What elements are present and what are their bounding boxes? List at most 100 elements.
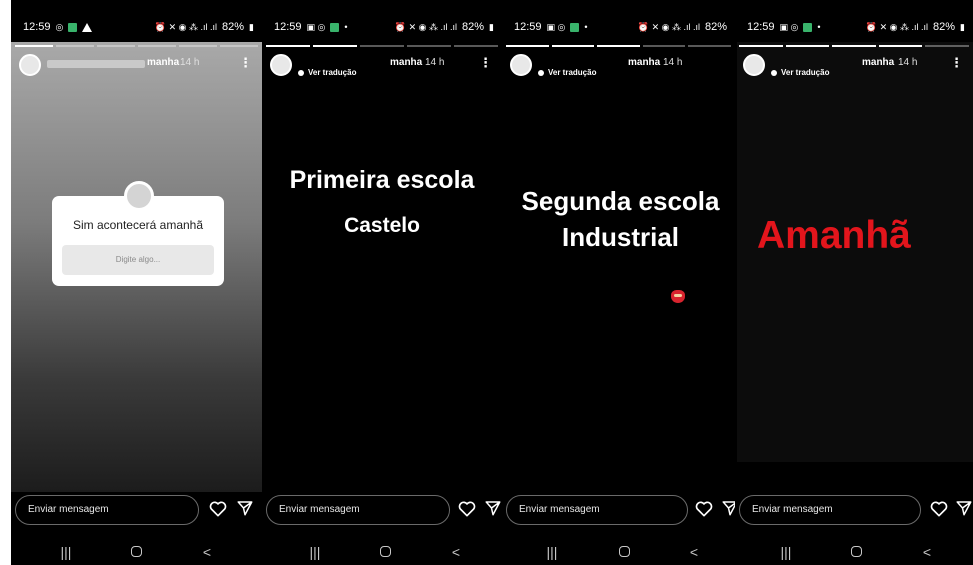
progress-segment: [688, 45, 731, 47]
story-header: manha 14 h Ver tradução ⋮: [268, 52, 496, 78]
battery-icon: ▮: [960, 21, 965, 32]
progress-segment: [878, 45, 923, 47]
android-navbar: ||| <: [11, 540, 262, 565]
more-vertical-icon[interactable]: ⋮: [239, 55, 252, 71]
back-button[interactable]: <: [197, 544, 217, 560]
story-header: manha 14 h Ver tradução ⋮: [741, 52, 967, 78]
translate-label: Ver tradução: [781, 68, 830, 77]
gallery-status-icon: ▣ ◎: [306, 21, 326, 32]
send-icon[interactable]: [236, 499, 254, 517]
translate-link[interactable]: Ver tradução: [538, 68, 596, 77]
avatar[interactable]: [19, 54, 41, 76]
gallery-status-icon: ▣ ◎: [779, 21, 799, 32]
story-username[interactable]: manha: [862, 57, 894, 68]
heart-icon[interactable]: [929, 499, 949, 519]
status-bar: 12:59 ◎ ⏰ ✕ ◉ ⁂ .ıl .ıl 82% ▮: [11, 12, 262, 42]
send-icon[interactable]: [721, 499, 735, 517]
message-input[interactable]: Enviar mensagem: [739, 495, 921, 525]
story-text-line-2: Castelo: [344, 214, 420, 237]
status-bar: 12:59 ▣ ◎ • ⏰ ✕ ◉ ⁂ .ıl .ıl 82%: [502, 12, 735, 42]
story-text-line-1: Segunda escola: [521, 186, 720, 216]
translate-icon: [538, 69, 544, 76]
story-screen-4: 12:59 ▣ ◎ • ⏰ ✕ ◉ ⁂ .ıl .ıl 82% ▮ manha 14 h…: [735, 0, 973, 565]
blurred-username: [47, 60, 145, 68]
battery-level: 82%: [462, 21, 485, 33]
message-input[interactable]: Enviar mensagem: [266, 495, 450, 525]
home-button[interactable]: [614, 544, 634, 560]
progress-segment: [642, 45, 686, 47]
status-bar: 12:59 ▣ ◎ • ⏰ ✕ ◉ ⁂ .ıl .ıl 82% ▮: [735, 12, 973, 42]
translate-link[interactable]: Ver tradução: [298, 68, 356, 77]
story-time: 14 h: [663, 57, 683, 68]
emoji-sticker: [671, 290, 685, 303]
avatar[interactable]: [510, 54, 532, 76]
story-username[interactable]: manha: [147, 57, 179, 68]
story-screen-1: 12:59 ◎ ⏰ ✕ ◉ ⁂ .ıl .ıl 82% ▮ manha 14 h ⋮ …: [11, 0, 262, 565]
signal-icons: ⏰ ✕ ◉ ⁂ .ıl .ıl: [865, 21, 929, 32]
progress-segment: [15, 45, 53, 47]
story-username[interactable]: manha: [628, 57, 660, 68]
back-button[interactable]: <: [446, 544, 466, 560]
translate-icon: [298, 69, 304, 76]
battery-icon: ▮: [489, 21, 494, 32]
app-notification-icon: [803, 22, 813, 32]
recents-button[interactable]: |||: [542, 544, 562, 560]
app-notification-icon: [68, 22, 78, 32]
message-input[interactable]: Enviar mensagem: [15, 495, 199, 525]
message-input[interactable]: Enviar mensagem: [506, 495, 688, 525]
back-button[interactable]: <: [917, 544, 937, 560]
dot-icon: •: [584, 22, 588, 32]
heart-icon[interactable]: [208, 499, 228, 519]
story-text-line-1: Amanhã: [757, 214, 911, 257]
recents-button[interactable]: |||: [776, 544, 796, 560]
recents-button[interactable]: |||: [305, 544, 325, 560]
translate-label: Ver tradução: [308, 68, 357, 77]
more-vertical-icon[interactable]: ⋮: [479, 55, 492, 71]
home-button[interactable]: [126, 544, 146, 560]
story-time: 14 h: [898, 57, 918, 68]
battery-level: 82%: [933, 21, 956, 33]
story-text-line-2: Industrial: [561, 222, 679, 252]
status-time: 12:59: [747, 21, 775, 33]
dot-icon: •: [817, 22, 821, 32]
home-icon: [850, 546, 862, 557]
story-text-line-1: Primeira escola: [289, 166, 475, 194]
status-time: 12:59: [23, 21, 51, 33]
translate-label: Ver tradução: [548, 68, 597, 77]
gallery-status-icon: ▣ ◎: [546, 21, 566, 32]
back-button[interactable]: <: [684, 544, 704, 560]
avatar[interactable]: [743, 54, 765, 76]
send-icon[interactable]: [484, 499, 502, 517]
story-progress: [506, 45, 731, 47]
progress-segment: [407, 45, 451, 47]
warning-icon: [82, 22, 93, 32]
recents-button[interactable]: |||: [56, 544, 76, 560]
progress-segment: [739, 45, 783, 47]
story-username[interactable]: manha: [390, 57, 422, 68]
story-header: manha 14 h ⋮: [17, 52, 256, 78]
story-progress: [266, 45, 498, 47]
question-avatar: [124, 181, 154, 211]
heart-icon[interactable]: [694, 499, 714, 519]
translate-icon: [771, 69, 777, 76]
progress-segment: [925, 45, 969, 47]
story-time: 14 h: [425, 57, 445, 68]
battery-level: 82%: [704, 21, 727, 33]
question-answer-input[interactable]: Digite algo...: [62, 245, 214, 275]
translate-link[interactable]: Ver tradução: [771, 68, 829, 77]
story-progress: [15, 45, 258, 47]
home-button[interactable]: [846, 544, 866, 560]
send-icon[interactable]: [955, 499, 973, 517]
progress-segment: [360, 45, 404, 47]
heart-icon[interactable]: [457, 499, 477, 519]
home-button[interactable]: [375, 544, 395, 560]
message-bar: Enviar mensagem: [11, 493, 262, 527]
avatar[interactable]: [270, 54, 292, 76]
progress-segment: [597, 45, 640, 47]
story-time: 14 h: [180, 57, 200, 68]
app-notification-icon: [570, 22, 580, 32]
more-vertical-icon[interactable]: ⋮: [950, 55, 963, 71]
android-navbar: ||| <: [262, 540, 502, 565]
progress-segment: [56, 45, 94, 47]
battery-level: 82%: [222, 21, 245, 33]
